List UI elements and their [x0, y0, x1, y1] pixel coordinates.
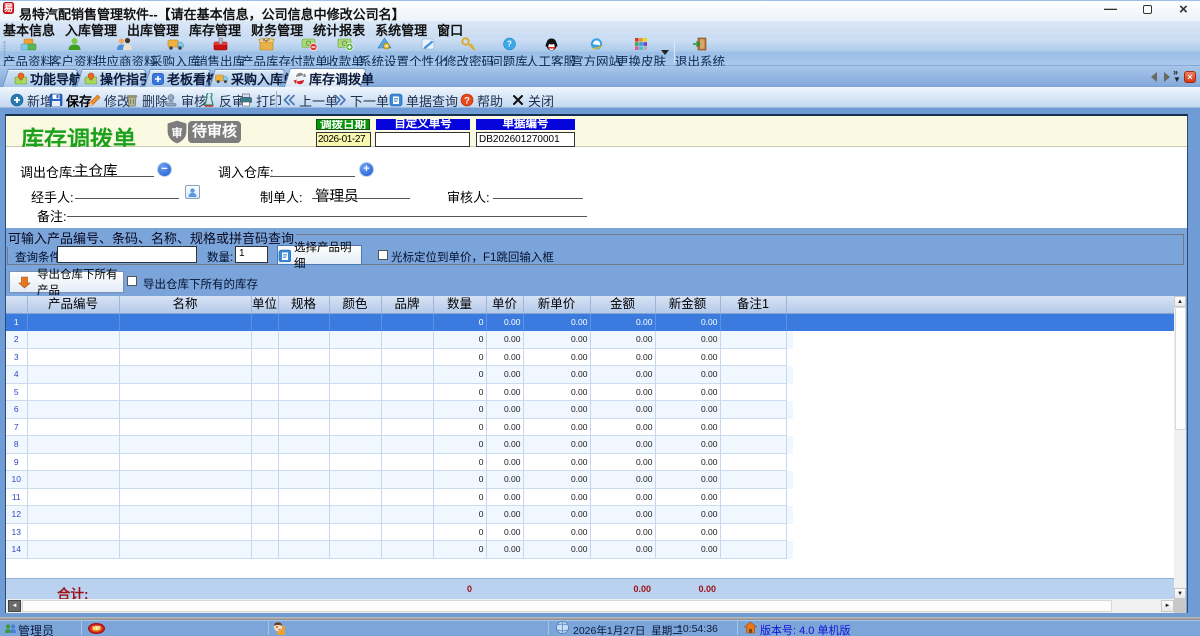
svg-text:?: ? — [464, 95, 470, 106]
svg-text:?: ? — [507, 40, 512, 49]
svg-text:审: 审 — [172, 126, 183, 140]
